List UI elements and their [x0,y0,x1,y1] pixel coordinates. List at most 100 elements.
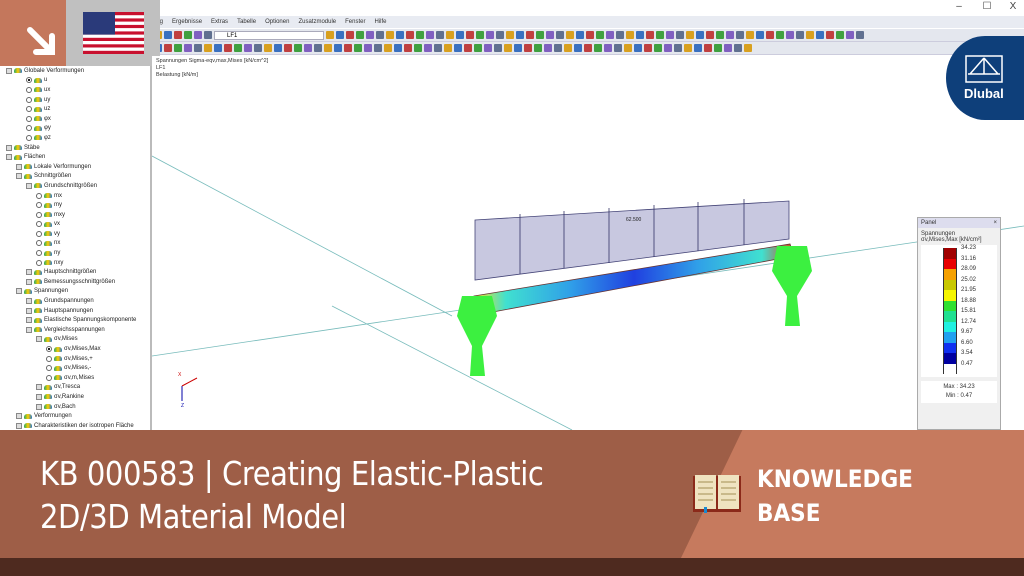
radio-button[interactable] [36,240,42,247]
toolbar-button-icon[interactable] [836,31,844,39]
toolbar-button-icon[interactable] [654,44,662,52]
toolbar-button-icon[interactable] [244,44,252,52]
tree-node[interactable]: uz [0,104,150,114]
toolbar-button-icon[interactable] [164,44,172,52]
toolbar-button-icon[interactable] [684,44,692,52]
toolbar-button-icon[interactable] [234,44,242,52]
toolbar-button-icon[interactable] [586,31,594,39]
checkbox[interactable] [16,173,22,180]
toolbar-button-icon[interactable] [194,31,202,39]
toolbar-button-icon[interactable] [636,31,644,39]
toolbar-button-icon[interactable] [556,31,564,39]
tree-node[interactable]: σv,Bach [0,402,150,412]
tree-node[interactable]: Hauptspannungen [0,306,150,316]
toolbar-button-icon[interactable] [526,31,534,39]
tree-node[interactable]: σv,Mises,+ [0,354,150,364]
toolbar-button-icon[interactable] [384,44,392,52]
menu-item[interactable]: Hilfe [374,19,386,25]
toolbar-button-icon[interactable] [376,31,384,39]
checkbox[interactable] [6,154,12,161]
toolbar-button-icon[interactable] [696,31,704,39]
toolbar-button-icon[interactable] [576,31,584,39]
toolbar-button-icon[interactable] [614,44,622,52]
toolbar-button-icon[interactable] [566,31,574,39]
radio-button[interactable] [26,86,32,93]
toolbar-button-icon[interactable] [676,31,684,39]
tree-node[interactable]: my [0,200,150,210]
toolbar-button-icon[interactable] [584,44,592,52]
toolbar-button-icon[interactable] [174,31,182,39]
toolbar-button-icon[interactable] [444,44,452,52]
toolbar-button-icon[interactable] [314,44,322,52]
checkbox[interactable] [26,182,32,189]
language-badge[interactable] [66,0,160,66]
radio-button[interactable] [46,374,52,381]
radio-button[interactable] [36,250,42,257]
menu-item[interactable]: Zusatzmodule [298,19,336,25]
checkbox[interactable] [36,384,42,391]
toolbar-button-icon[interactable] [624,44,632,52]
toolbar-button-icon[interactable] [456,31,464,39]
toolbar-button-icon[interactable] [554,44,562,52]
toolbar-button-icon[interactable] [224,44,232,52]
toolbar-button-icon[interactable] [336,31,344,39]
toolbar-button-icon[interactable] [356,31,364,39]
checkbox[interactable] [16,422,22,429]
tree-node[interactable]: σv,Tresca [0,383,150,393]
toolbar-button-icon[interactable] [366,31,374,39]
toolbar-button-icon[interactable] [746,31,754,39]
tree-node[interactable]: ny [0,248,150,258]
toolbar-button-icon[interactable] [364,44,372,52]
checkbox[interactable] [16,163,22,170]
checkbox[interactable] [36,403,42,410]
toolbar-button-icon[interactable] [846,31,854,39]
toolbar-button-icon[interactable] [394,44,402,52]
toolbar-button-icon[interactable] [304,44,312,52]
panel-close-button[interactable]: × [993,220,997,226]
toolbar-button-icon[interactable] [284,44,292,52]
checkbox[interactable] [16,288,22,295]
load-case-select[interactable]: LF1 [214,30,324,40]
radio-button[interactable] [26,96,32,103]
menu-item[interactable]: Fenster [345,19,365,25]
tree-node[interactable]: Grundschnittgrößen [0,181,150,191]
toolbar-button-icon[interactable] [404,44,412,52]
checkbox[interactable] [6,144,12,151]
toolbar-button-icon[interactable] [564,44,572,52]
toolbar-button-icon[interactable] [436,31,444,39]
toolbar-button-icon[interactable] [474,44,482,52]
toolbar-button-icon[interactable] [354,44,362,52]
tree-node[interactable]: Schnittgrößen [0,172,150,182]
radio-button[interactable] [26,134,32,141]
toolbar-button-icon[interactable] [546,31,554,39]
toolbar-button-icon[interactable] [634,44,642,52]
toolbar-button-icon[interactable] [716,31,724,39]
tree-node[interactable]: φx [0,114,150,124]
checkbox[interactable] [16,413,22,420]
radio-button[interactable] [46,365,52,372]
tree-node[interactable]: mx [0,191,150,201]
menu-item[interactable]: Ergebnisse [172,19,202,25]
toolbar-button-icon[interactable] [274,44,282,52]
toolbar-button-icon[interactable] [744,44,752,52]
tree-node[interactable]: Vergleichsspannungen [0,325,150,335]
toolbar-button-icon[interactable] [494,44,502,52]
toolbar-button-icon[interactable] [426,31,434,39]
toolbar-button-icon[interactable] [536,31,544,39]
radio-button[interactable] [26,115,32,122]
checkbox[interactable] [26,326,32,333]
tree-node[interactable]: Spannungen [0,287,150,297]
toolbar-button-icon[interactable] [724,44,732,52]
toolbar-button-icon[interactable] [664,44,672,52]
tree-node[interactable]: φy [0,124,150,134]
tree-node[interactable]: vx [0,220,150,230]
tree-node[interactable]: mxy [0,210,150,220]
radio-button[interactable] [36,211,42,218]
toolbar-button-icon[interactable] [424,44,432,52]
checkbox[interactable] [36,336,42,343]
toolbar-button-icon[interactable] [736,31,744,39]
radio-button[interactable] [26,125,32,132]
toolbar-button-icon[interactable] [326,31,334,39]
3d-viewport[interactable]: 62.500 X Z [151,56,1024,431]
toolbar-button-icon[interactable] [776,31,784,39]
